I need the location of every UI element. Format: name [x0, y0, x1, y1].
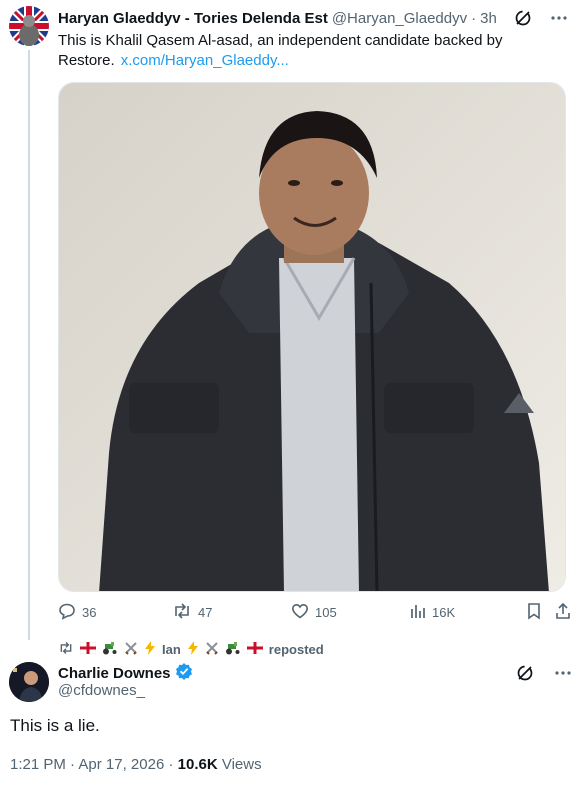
- tweet-time[interactable]: 1:21 PM: [10, 756, 66, 773]
- like-count: 105: [315, 604, 337, 620]
- lightning-icon: [187, 640, 199, 658]
- views-count: 16K: [432, 604, 456, 620]
- tweet-actions: 36 47 105 16K: [58, 602, 574, 624]
- like-button[interactable]: 105: [291, 602, 337, 622]
- reply-icon: [58, 602, 76, 623]
- tractor-icon: [102, 641, 118, 658]
- share-button[interactable]: [554, 602, 572, 622]
- tweet-header-icons: [516, 664, 572, 687]
- views-icon: [410, 603, 426, 622]
- tractor-icon: [225, 641, 241, 658]
- tweet-date[interactable]: Apr 17, 2026: [78, 756, 164, 773]
- crossed-swords-icon: [205, 641, 219, 658]
- author-handle[interactable]: @Haryan_Glaeddyv: [332, 10, 467, 27]
- separator-dot: ·: [471, 9, 477, 27]
- author-name[interactable]: Haryan Glaeddyv - Tories Delenda Est: [58, 10, 328, 27]
- verified-badge-icon[interactable]: [175, 662, 193, 684]
- author-avatar[interactable]: [9, 662, 49, 702]
- repost-button[interactable]: 47: [172, 602, 212, 622]
- bookmark-icon: [526, 602, 542, 623]
- reply-button[interactable]: 36: [58, 602, 96, 622]
- more-icon[interactable]: [550, 9, 568, 31]
- grok-icon[interactable]: [516, 664, 534, 687]
- repost-suffix: reposted: [268, 641, 324, 657]
- views-label: Views: [221, 756, 262, 773]
- bookmark-button[interactable]: [526, 602, 542, 622]
- england-flag-icon: [79, 641, 97, 657]
- crossed-swords-icon: [124, 641, 138, 658]
- share-icon: [554, 602, 572, 623]
- author-handle[interactable]: @cfdownes_: [58, 682, 145, 699]
- repost-icon: [172, 602, 192, 623]
- author-name-row: Charlie Downes: [58, 662, 193, 684]
- tweet-text: This is Khalil Qasem Al-asad, an indepen…: [58, 31, 558, 71]
- tweet-photo[interactable]: [58, 82, 566, 592]
- tweet-time[interactable]: 3h: [480, 10, 497, 27]
- views-button[interactable]: 16K: [410, 602, 455, 622]
- tweet-meta: 1:21 PM · Apr 17, 2026 · 10.6K Views: [10, 756, 262, 773]
- author-name[interactable]: Charlie Downes: [58, 665, 171, 682]
- quoted-tweet[interactable]: Haryan Glaeddyv - Tories Delenda Est @Ha…: [0, 0, 582, 640]
- tweet-header: Haryan Glaeddyv - Tories Delenda Est @Ha…: [58, 9, 572, 27]
- views-count: 10.6K: [177, 756, 218, 773]
- repost-count: 47: [198, 604, 213, 620]
- repost-icon: [58, 641, 74, 658]
- lightning-icon: [144, 640, 156, 658]
- repost-banner[interactable]: Ian reposted: [58, 640, 324, 658]
- reposter-name[interactable]: Ian: [162, 642, 181, 657]
- england-flag-icon: [246, 641, 264, 657]
- tweet-link[interactable]: x.com/Haryan_Glaeddy...: [121, 52, 289, 69]
- tweet-text: This is a lie.: [10, 716, 100, 735]
- reply-count: 36: [82, 604, 97, 620]
- separator-dot: ·: [168, 756, 178, 773]
- more-icon[interactable]: [554, 664, 572, 687]
- like-icon: [291, 602, 309, 623]
- author-avatar[interactable]: [9, 6, 49, 46]
- grok-icon[interactable]: [514, 9, 532, 31]
